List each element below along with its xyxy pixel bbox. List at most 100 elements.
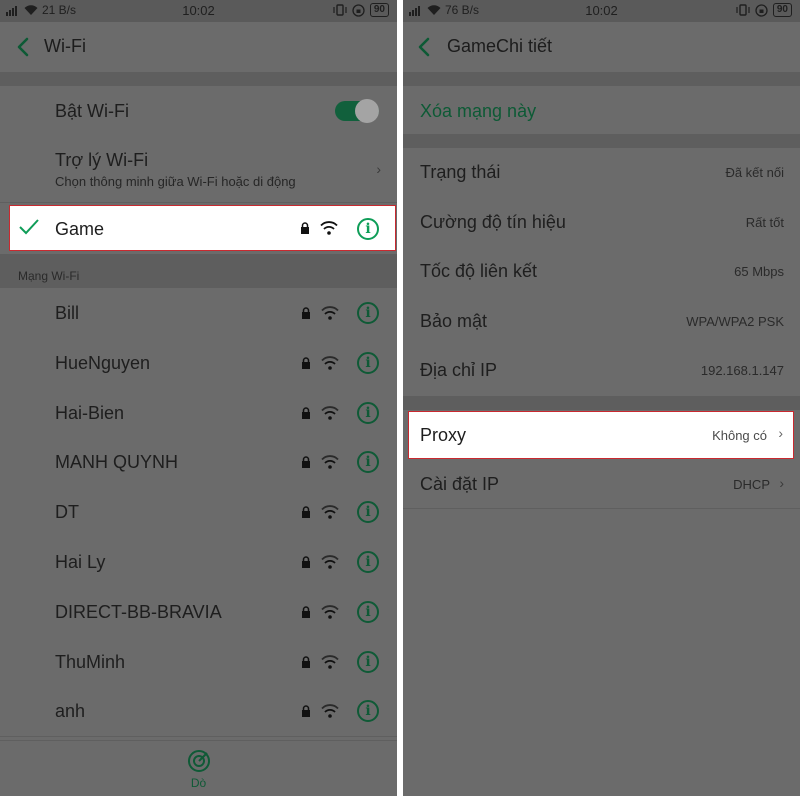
chevron-right-icon: ›: [779, 475, 784, 491]
network-info-icon[interactable]: i: [357, 551, 379, 573]
network-name: anh: [55, 701, 86, 722]
network-name: DT: [55, 502, 79, 523]
network-info-icon[interactable]: i: [357, 401, 379, 424]
network-name: ThuMinh: [55, 651, 126, 672]
battery-indicator: 90: [369, 3, 389, 17]
page-title: Wi-Fi: [44, 36, 86, 56]
network-name: Hai Ly: [55, 552, 106, 572]
wifi-toggle-switch[interactable]: [335, 99, 379, 123]
detail-label: Trạng thái: [420, 162, 501, 182]
back-arrow-icon[interactable]: [415, 35, 435, 59]
proxy-label: Proxy: [420, 425, 467, 445]
network-row[interactable]: DT i: [0, 487, 397, 538]
lock-icon: [302, 406, 310, 419]
wifi-signal-icon: [320, 221, 338, 235]
wifi-signal-icon: [321, 356, 339, 370]
wifi-signal-icon: [321, 704, 339, 719]
forget-network-button[interactable]: Xóa mạng này: [420, 101, 536, 122]
vibrate-icon: [736, 4, 750, 16]
lock-icon: [302, 456, 310, 469]
lock-icon: [301, 222, 309, 234]
detail-label: Bảo mật: [420, 310, 488, 331]
wifi-toggle-label: Bật Wi-Fi: [55, 101, 129, 121]
chevron-right-icon: ›: [376, 161, 381, 177]
network-name: DIRECT-BB-BRAVIA: [55, 601, 222, 622]
rotation-lock-icon: [352, 3, 365, 17]
battery-indicator: 90: [772, 3, 792, 17]
network-row[interactable]: Hai Ly i: [0, 537, 397, 588]
connected-check-icon: [19, 219, 39, 235]
lock-icon: [302, 357, 310, 369]
detail-label: Địa chỉ IP: [420, 360, 498, 381]
section-spacer: [403, 134, 800, 148]
wifi-signal-icon: [321, 405, 339, 420]
network-row[interactable]: anh i: [0, 686, 397, 738]
wifi-signal-icon: [321, 654, 339, 669]
network-row[interactable]: MANH QUYNH i: [0, 437, 397, 489]
wifi-signal-icon: [321, 505, 339, 519]
detail-row: Bảo mật WPA/WPA2 PSK: [403, 296, 800, 348]
detail-row: Địa chỉ IP 192.168.1.147: [403, 346, 800, 397]
vibrate-icon: [333, 4, 347, 16]
page-title: GameChi tiết: [447, 36, 553, 56]
detail-value: 65 Mbps: [734, 264, 784, 280]
detail-label: Tốc độ liên kết: [420, 261, 538, 282]
ip-settings-row[interactable]: Cài đặt IP DHCP ›: [403, 460, 800, 509]
network-row[interactable]: HueNguyen i: [0, 337, 397, 389]
network-info-icon[interactable]: i: [357, 218, 379, 240]
network-info-icon[interactable]: i: [357, 451, 379, 474]
rotation-lock-icon: [755, 3, 768, 17]
network-info-icon[interactable]: i: [357, 302, 379, 324]
network-row[interactable]: Hai-Bien i: [0, 387, 397, 439]
wifi-signal-icon: [321, 306, 339, 320]
proxy-row[interactable]: Proxy Không có ›: [408, 411, 794, 459]
status-bar: 76 B/s 10:02 90: [403, 0, 800, 22]
network-name: Hai-Bien: [55, 402, 125, 423]
wifi-toggle-row[interactable]: Bật Wi-Fi: [0, 86, 397, 137]
proxy-value: Không có: [712, 428, 767, 443]
wifi-signal-icon: [321, 455, 339, 470]
chevron-right-icon: ›: [778, 425, 783, 441]
detail-value: Đã kết nối: [725, 165, 784, 180]
section-header-bg: Mạng Wi-Fi: [0, 254, 397, 288]
network-info-icon[interactable]: i: [357, 600, 379, 623]
section-spacer: [0, 72, 397, 86]
network-row[interactable]: Bill i: [0, 288, 397, 339]
connected-network-row[interactable]: Game i: [9, 205, 396, 251]
network-name: MANH QUYNH: [55, 452, 179, 473]
network-name: HueNguyen: [55, 352, 151, 373]
status-bar: 21 B/s 10:02 90: [0, 0, 397, 22]
connected-network-name: Game: [55, 219, 105, 239]
lock-icon: [302, 606, 310, 618]
lock-icon: [302, 556, 310, 568]
wifi-assistant-row[interactable]: Trợ lý Wi-Fi Chọn thông minh giữa Wi-Fi …: [0, 136, 397, 203]
lock-icon: [302, 506, 310, 519]
scan-radar-icon[interactable]: [187, 749, 211, 773]
network-name: Bill: [55, 303, 80, 323]
network-info-icon[interactable]: i: [357, 700, 379, 723]
lock-icon: [302, 705, 310, 718]
ip-settings-value: DHCP: [733, 477, 770, 492]
network-row[interactable]: ThuMinh i: [0, 636, 397, 688]
bottom-bar: Dò: [0, 740, 397, 796]
detail-value: Rất tốt: [745, 214, 784, 230]
wifi-assistant-label: Trợ lý Wi-Fi: [55, 150, 149, 170]
top-app-bar: Wi-Fi: [0, 22, 397, 72]
detail-label: Cường độ tín hiệu: [420, 211, 566, 232]
section-header: Mạng Wi-Fi: [18, 269, 80, 283]
detail-row: Cường độ tín hiệu Rất tốt: [403, 197, 800, 249]
toggle-knob: [355, 99, 379, 123]
back-arrow-icon[interactable]: [14, 35, 34, 59]
detail-row: Tốc độ liên kết 65 Mbps: [403, 247, 800, 298]
lock-icon: [302, 307, 310, 319]
network-info-icon[interactable]: i: [357, 501, 379, 524]
scan-label[interactable]: Dò: [0, 776, 397, 790]
network-info-icon[interactable]: i: [357, 351, 379, 374]
section-spacer: [403, 72, 800, 86]
forget-network-row[interactable]: Xóa mạng này: [403, 86, 800, 135]
wifi-assistant-subtitle: Chọn thông minh giữa Wi-Fi hoặc di động: [55, 174, 296, 189]
network-info-icon[interactable]: i: [357, 650, 379, 673]
network-row[interactable]: DIRECT-BB-BRAVIA i: [0, 586, 397, 638]
lock-icon: [302, 655, 310, 668]
wifi-signal-icon: [321, 605, 339, 619]
